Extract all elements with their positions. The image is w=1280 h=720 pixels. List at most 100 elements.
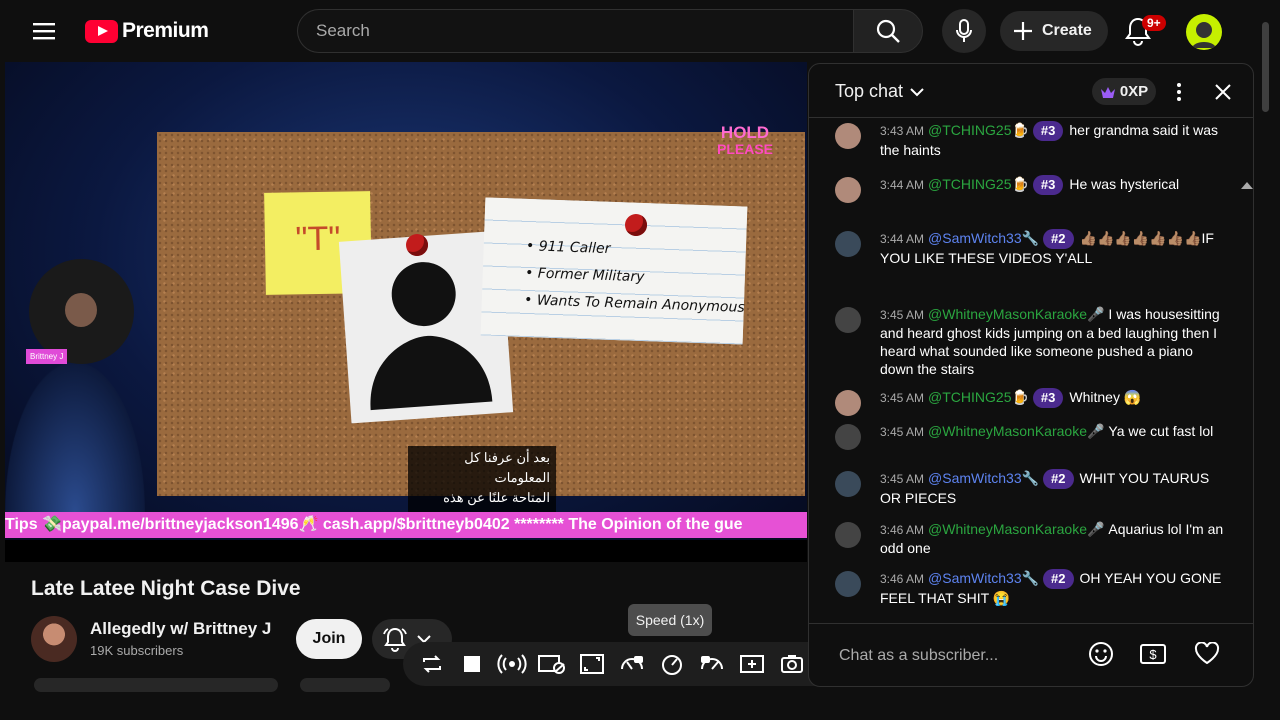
note-item: 911 Caller xyxy=(538,238,611,258)
xp-value: 0XP xyxy=(1119,83,1149,100)
chat-avatar[interactable] xyxy=(835,424,861,450)
speed-fast-icon[interactable] xyxy=(697,649,727,679)
voice-search-button[interactable] xyxy=(942,9,986,53)
chat-input-bar: Chat as a subscriber... $ xyxy=(809,623,1253,686)
search-input[interactable]: Search xyxy=(297,9,854,53)
chat-message: 3:45 AM @SamWitch33🔧 #2 WHIT YOU TAURUS OR … xyxy=(835,469,1225,507)
note-item: Wants To Remain Anonymous xyxy=(536,292,745,316)
plus-icon xyxy=(1014,22,1032,40)
message-author[interactable]: @SamWitch33🔧 xyxy=(928,570,1039,586)
hold-please-overlay: HOLD PLEASE xyxy=(717,124,773,158)
chat-avatar[interactable] xyxy=(835,571,861,597)
stop-icon[interactable] xyxy=(457,649,487,679)
message-author[interactable]: @WhitneyMasonKaraoke🎤 xyxy=(928,521,1104,537)
hold-label: HOLD xyxy=(720,123,770,142)
chat-avatar[interactable] xyxy=(835,307,861,333)
live-chat-panel: Top chat 0XP 3:43 AM @TCHING25🍺 #3 her gran… xyxy=(808,63,1254,687)
scroll-up-arrow-icon[interactable] xyxy=(1241,181,1253,189)
note-item: Former Military xyxy=(537,265,645,286)
speed-gauge-icon[interactable] xyxy=(657,649,687,679)
user-avatar[interactable] xyxy=(1186,14,1222,50)
rank-badge: #3 xyxy=(1032,121,1064,141)
streamer-face xyxy=(65,293,97,327)
search-button[interactable] xyxy=(853,9,923,53)
menu-icon[interactable] xyxy=(33,20,57,42)
broadcast-icon[interactable] xyxy=(497,649,527,679)
chat-message: 3:44 AM @TCHING25🍺 #3 He was hysterical xyxy=(835,175,1225,203)
fullscreen-frame-icon[interactable] xyxy=(577,649,607,679)
more-options-icon[interactable] xyxy=(1167,80,1191,104)
chat-input[interactable]: Chat as a subscriber... xyxy=(839,636,1059,676)
chat-mode-label: Top chat xyxy=(835,81,904,101)
brand-label: Premium xyxy=(122,19,209,42)
message-time: 3:45 AM xyxy=(880,308,925,322)
message-author[interactable]: @SamWitch33🔧 xyxy=(928,230,1039,246)
chat-header: Top chat 0XP xyxy=(809,64,1253,118)
super-chat-icon[interactable]: $ xyxy=(1137,638,1169,670)
channel-name[interactable]: Allegedly w/ Brittney J xyxy=(90,619,271,639)
video-title: Late Latee Night Case Dive xyxy=(31,577,301,600)
chat-avatar[interactable] xyxy=(835,231,861,257)
microphone-icon xyxy=(956,19,972,42)
message-author[interactable]: @TCHING25🍺 xyxy=(928,176,1029,192)
subscriber-count: 19K subscribers xyxy=(90,643,184,658)
loop-icon[interactable] xyxy=(417,649,447,679)
xp-badge[interactable]: 0XP xyxy=(1092,78,1156,105)
chat-message: 3:46 AM @SamWitch33🔧 #2 OH YEAH YOU GONE FE… xyxy=(835,569,1225,607)
crown-icon xyxy=(1100,86,1115,98)
message-text: He was hysterical xyxy=(1069,176,1180,192)
chat-messages: 3:43 AM @TCHING25🍺 #3 her grandma said it w… xyxy=(809,119,1253,623)
channel-avatar[interactable] xyxy=(31,616,77,662)
tips-ticker: Tips 💸paypal.me/brittneyjackson1496🥂 cas… xyxy=(5,512,807,538)
note-list: • 911 Caller • Former Military • Wants T… xyxy=(523,238,745,316)
chat-message: 3:44 AM @SamWitch33🔧 #2 👍🏽👍🏽👍🏽👍🏽👍🏽👍🏽👍🏽IF YO… xyxy=(835,229,1225,267)
youtube-premium-logo[interactable]: Premium xyxy=(85,19,209,43)
rank-badge: #3 xyxy=(1032,388,1064,408)
video-player[interactable]: "T" • 911 Caller • Former Military • Wan… xyxy=(5,62,807,562)
emoji-icon[interactable] xyxy=(1085,638,1117,670)
heart-icon[interactable] xyxy=(1191,638,1223,670)
create-label: Create xyxy=(1042,22,1092,39)
join-button[interactable]: Join xyxy=(296,619,362,659)
youtube-play-icon xyxy=(85,19,118,43)
rank-badge: #2 xyxy=(1043,229,1074,249)
chat-avatar[interactable] xyxy=(835,123,861,149)
chat-avatar[interactable] xyxy=(835,471,861,497)
hide-overlay-icon[interactable] xyxy=(537,649,567,679)
create-button[interactable]: Create xyxy=(1000,11,1108,51)
message-author[interactable]: @TCHING25🍺 xyxy=(928,389,1029,405)
chat-message: 3:45 AM @TCHING25🍺 #3 Whitney 😱 xyxy=(835,388,1225,416)
chat-avatar[interactable] xyxy=(835,522,861,548)
extension-toolbar xyxy=(403,642,855,686)
caption-line: بعد أن عرفنا كل المعلومات xyxy=(464,450,550,485)
rank-badge: #3 xyxy=(1032,175,1064,195)
rank-badge: #2 xyxy=(1043,569,1074,589)
chat-message: 3:45 AM @WhitneyMasonKaraoke🎤 I was houses… xyxy=(835,305,1225,378)
chat-mode-dropdown[interactable]: Top chat xyxy=(835,81,925,102)
chat-message: 3:43 AM @TCHING25🍺 #3 her grandma said it w… xyxy=(835,121,1225,159)
add-frame-icon[interactable] xyxy=(737,649,767,679)
message-time: 3:45 AM xyxy=(880,391,925,405)
screenshot-camera-icon[interactable] xyxy=(777,649,807,679)
page-scrollbar-thumb[interactable] xyxy=(1262,22,1269,112)
speed-slow-icon[interactable] xyxy=(617,649,647,679)
message-time: 3:43 AM xyxy=(880,124,925,138)
message-author[interactable]: @TCHING25🍺 xyxy=(928,122,1029,138)
chat-message: 3:45 AM @WhitneyMasonKaraoke🎤 Ya we cut fa… xyxy=(835,422,1225,450)
push-pin xyxy=(625,214,647,236)
action-row-placeholder xyxy=(300,678,390,692)
message-author[interactable]: @WhitneyMasonKaraoke🎤 xyxy=(928,423,1104,439)
close-icon[interactable] xyxy=(1211,80,1235,104)
chat-avatar[interactable] xyxy=(835,390,861,416)
search-icon xyxy=(876,19,900,43)
message-time: 3:45 AM xyxy=(880,472,925,486)
svg-text:$: $ xyxy=(1149,647,1157,662)
rank-badge: #2 xyxy=(1043,469,1074,489)
message-author[interactable]: @WhitneyMasonKaraoke🎤 xyxy=(928,306,1104,322)
message-text: Ya we cut fast lol xyxy=(1108,423,1214,439)
please-label: PLEASE xyxy=(717,141,774,157)
message-author[interactable]: @SamWitch33🔧 xyxy=(928,470,1039,486)
chat-avatar[interactable] xyxy=(835,177,861,203)
chevron-down-icon xyxy=(910,87,924,96)
message-time: 3:44 AM xyxy=(880,232,925,246)
